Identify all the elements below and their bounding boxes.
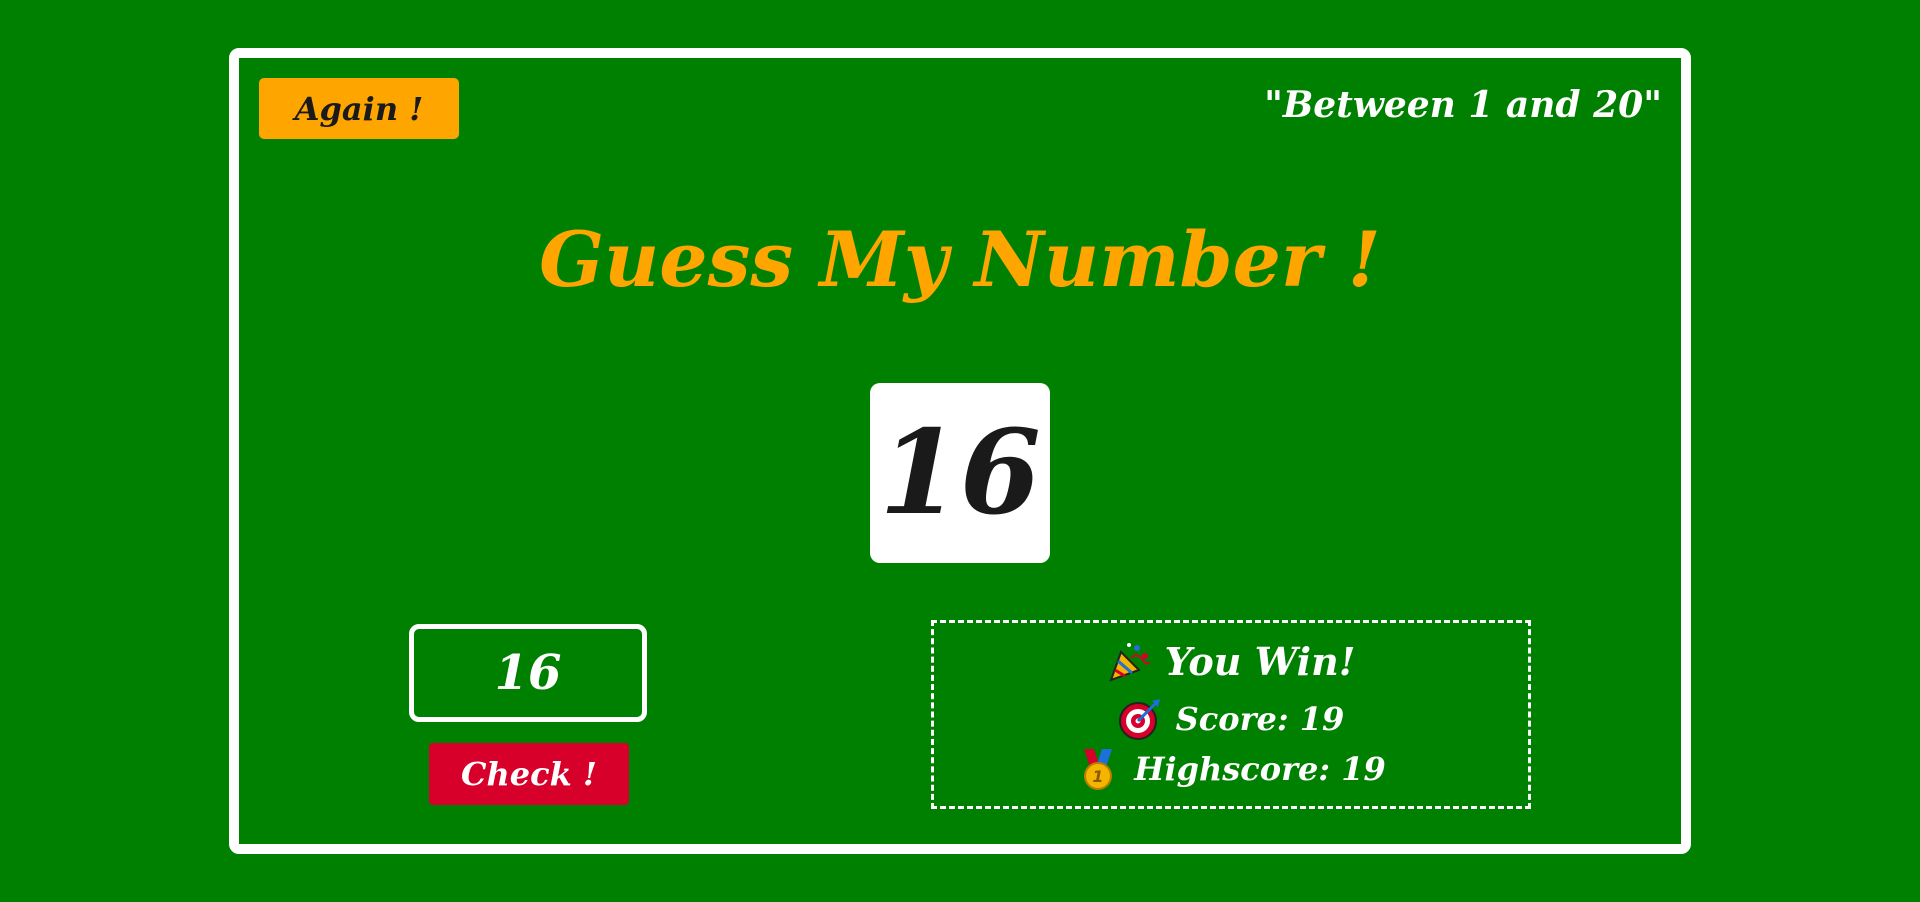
guess-input[interactable] (409, 624, 647, 722)
page-title: Guess My Number ! (539, 215, 1381, 304)
status-panel: You Win! Score: 19 1 Highscore: 19 (931, 620, 1531, 809)
secret-number: 16 (879, 405, 1041, 541)
score-row: Score: 19 (934, 697, 1528, 741)
message-row: You Win! (934, 639, 1528, 684)
medal-icon: 1 (1076, 747, 1120, 791)
target-icon (1118, 697, 1162, 741)
highscore-text: Highscore: 19 (1134, 750, 1386, 788)
highscore-row: 1 Highscore: 19 (934, 747, 1528, 791)
secret-number-box: 16 (870, 383, 1050, 563)
range-hint: "Between 1 and 20" (1264, 84, 1662, 126)
svg-text:1: 1 (1093, 767, 1104, 786)
party-popper-icon (1107, 640, 1151, 684)
score-text: Score: 19 (1175, 700, 1345, 738)
message-text: You Win! (1164, 639, 1356, 684)
check-button[interactable]: Check ! (429, 743, 629, 805)
again-button[interactable]: Again ! (259, 78, 459, 139)
